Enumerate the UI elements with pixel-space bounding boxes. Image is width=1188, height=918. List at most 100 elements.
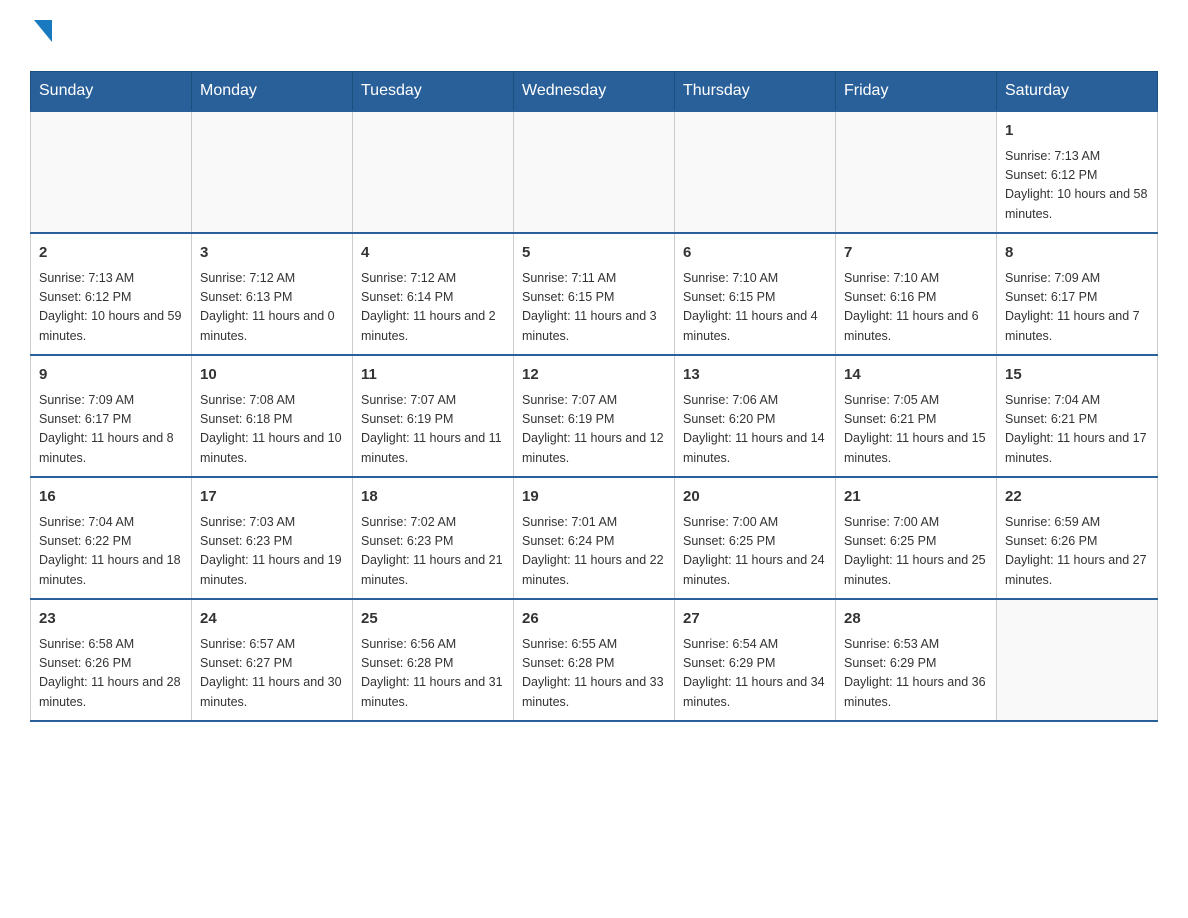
day-number: 11 [361,364,505,387]
day-info: Sunrise: 6:56 AMSunset: 6:28 PMDaylight:… [361,635,505,713]
day-number: 5 [522,242,666,265]
calendar-cell: 4 Sunrise: 7:12 AMSunset: 6:14 PMDaylight… [353,233,514,355]
weekday-header-wednesday: Wednesday [514,72,675,112]
calendar-cell: 2 Sunrise: 7:13 AMSunset: 6:12 PMDaylight… [31,233,192,355]
calendar-week-2: 2 Sunrise: 7:13 AMSunset: 6:12 PMDaylight… [31,233,1158,355]
day-number: 8 [1005,242,1149,265]
calendar-week-5: 23 Sunrise: 6:58 AMSunset: 6:26 PMDayligh… [31,599,1158,721]
weekday-header-sunday: Sunday [31,72,192,112]
calendar-cell [353,111,514,233]
day-info: Sunrise: 6:58 AMSunset: 6:26 PMDaylight:… [39,635,183,713]
calendar-cell [514,111,675,233]
day-number: 23 [39,608,183,631]
day-number: 2 [39,242,183,265]
day-info: Sunrise: 7:06 AMSunset: 6:20 PMDaylight:… [683,391,827,469]
calendar-cell: 20 Sunrise: 7:00 AMSunset: 6:25 PMDayligh… [675,477,836,599]
day-number: 22 [1005,486,1149,509]
calendar-cell: 17 Sunrise: 7:03 AMSunset: 6:23 PMDayligh… [192,477,353,599]
day-number: 14 [844,364,988,387]
weekday-header-monday: Monday [192,72,353,112]
weekday-header-thursday: Thursday [675,72,836,112]
day-info: Sunrise: 7:13 AMSunset: 6:12 PMDaylight:… [39,269,183,347]
calendar-cell: 7 Sunrise: 7:10 AMSunset: 6:16 PMDaylight… [836,233,997,355]
day-info: Sunrise: 7:09 AMSunset: 6:17 PMDaylight:… [1005,269,1149,347]
calendar-cell: 15Sunrise: 7:04 AMSunset: 6:21 PMDayligh… [997,355,1158,477]
day-number: 28 [844,608,988,631]
calendar-cell: 6Sunrise: 7:10 AMSunset: 6:15 PMDaylight… [675,233,836,355]
day-number: 12 [522,364,666,387]
day-info: Sunrise: 7:10 AMSunset: 6:16 PMDaylight:… [844,269,988,347]
calendar-cell: 10Sunrise: 7:08 AMSunset: 6:18 PMDayligh… [192,355,353,477]
weekday-header-tuesday: Tuesday [353,72,514,112]
day-info: Sunrise: 7:00 AMSunset: 6:25 PMDaylight:… [683,513,827,591]
calendar-table: SundayMondayTuesdayWednesdayThursdayFrid… [30,71,1158,722]
day-info: Sunrise: 7:07 AMSunset: 6:19 PMDaylight:… [361,391,505,469]
day-number: 26 [522,608,666,631]
day-number: 10 [200,364,344,387]
day-number: 19 [522,486,666,509]
calendar-cell [192,111,353,233]
day-info: Sunrise: 7:03 AMSunset: 6:23 PMDaylight:… [200,513,344,591]
calendar-cell [997,599,1158,721]
calendar-cell: 22 Sunrise: 6:59 AMSunset: 6:26 PMDayligh… [997,477,1158,599]
calendar-cell: 1Sunrise: 7:13 AMSunset: 6:12 PMDaylight… [997,111,1158,233]
calendar-cell: 8 Sunrise: 7:09 AMSunset: 6:17 PMDaylight… [997,233,1158,355]
day-number: 20 [683,486,827,509]
calendar-cell: 23 Sunrise: 6:58 AMSunset: 6:26 PMDayligh… [31,599,192,721]
day-info: Sunrise: 7:12 AMSunset: 6:13 PMDaylight:… [200,269,344,347]
day-info: Sunrise: 7:02 AMSunset: 6:23 PMDaylight:… [361,513,505,591]
calendar-cell: 16 Sunrise: 7:04 AMSunset: 6:22 PMDayligh… [31,477,192,599]
day-number: 4 [361,242,505,265]
calendar-cell: 3 Sunrise: 7:12 AMSunset: 6:13 PMDaylight… [192,233,353,355]
day-number: 27 [683,608,827,631]
calendar-cell: 27 Sunrise: 6:54 AMSunset: 6:29 PMDayligh… [675,599,836,721]
calendar-cell: 28 Sunrise: 6:53 AMSunset: 6:29 PMDayligh… [836,599,997,721]
calendar-cell: 18 Sunrise: 7:02 AMSunset: 6:23 PMDayligh… [353,477,514,599]
calendar-cell: 12 Sunrise: 7:07 AMSunset: 6:19 PMDayligh… [514,355,675,477]
day-info: Sunrise: 7:05 AMSunset: 6:21 PMDaylight:… [844,391,988,469]
calendar-cell: 25Sunrise: 6:56 AMSunset: 6:28 PMDayligh… [353,599,514,721]
calendar-cell [31,111,192,233]
day-info: Sunrise: 7:12 AMSunset: 6:14 PMDaylight:… [361,269,505,347]
day-number: 17 [200,486,344,509]
weekday-header-friday: Friday [836,72,997,112]
calendar-cell [836,111,997,233]
calendar-week-3: 9 Sunrise: 7:09 AMSunset: 6:17 PMDaylight… [31,355,1158,477]
calendar-cell: 26 Sunrise: 6:55 AMSunset: 6:28 PMDayligh… [514,599,675,721]
day-number: 9 [39,364,183,387]
calendar-week-1: 1Sunrise: 7:13 AMSunset: 6:12 PMDaylight… [31,111,1158,233]
day-number: 24 [200,608,344,631]
day-info: Sunrise: 6:53 AMSunset: 6:29 PMDaylight:… [844,635,988,713]
day-number: 3 [200,242,344,265]
calendar-cell: 11 Sunrise: 7:07 AMSunset: 6:19 PMDayligh… [353,355,514,477]
day-info: Sunrise: 7:11 AMSunset: 6:15 PMDaylight:… [522,269,666,347]
day-info: Sunrise: 7:07 AMSunset: 6:19 PMDaylight:… [522,391,666,469]
weekday-header-saturday: Saturday [997,72,1158,112]
day-info: Sunrise: 7:04 AMSunset: 6:22 PMDaylight:… [39,513,183,591]
calendar-cell [675,111,836,233]
day-info: Sunrise: 6:59 AMSunset: 6:26 PMDaylight:… [1005,513,1149,591]
calendar-cell: 14 Sunrise: 7:05 AMSunset: 6:21 PMDayligh… [836,355,997,477]
day-info: Sunrise: 6:55 AMSunset: 6:28 PMDaylight:… [522,635,666,713]
day-number: 21 [844,486,988,509]
day-info: Sunrise: 7:04 AMSunset: 6:21 PMDaylight:… [1005,391,1149,469]
calendar-cell: 21 Sunrise: 7:00 AMSunset: 6:25 PMDayligh… [836,477,997,599]
day-info: Sunrise: 6:54 AMSunset: 6:29 PMDaylight:… [683,635,827,713]
day-info: Sunrise: 7:01 AMSunset: 6:24 PMDaylight:… [522,513,666,591]
day-info: Sunrise: 7:13 AMSunset: 6:12 PMDaylight:… [1005,147,1149,225]
day-number: 18 [361,486,505,509]
day-number: 13 [683,364,827,387]
calendar-header-row: SundayMondayTuesdayWednesdayThursdayFrid… [31,72,1158,112]
day-info: Sunrise: 7:00 AMSunset: 6:25 PMDaylight:… [844,513,988,591]
day-number: 16 [39,486,183,509]
day-info: Sunrise: 7:10 AMSunset: 6:15 PMDaylight:… [683,269,827,347]
calendar-week-4: 16 Sunrise: 7:04 AMSunset: 6:22 PMDayligh… [31,477,1158,599]
logo [30,20,52,51]
day-number: 7 [844,242,988,265]
page-header [30,20,1158,51]
calendar-cell: 19 Sunrise: 7:01 AMSunset: 6:24 PMDayligh… [514,477,675,599]
calendar-cell: 13 Sunrise: 7:06 AMSunset: 6:20 PMDayligh… [675,355,836,477]
day-info: Sunrise: 7:09 AMSunset: 6:17 PMDaylight:… [39,391,183,469]
day-info: Sunrise: 6:57 AMSunset: 6:27 PMDaylight:… [200,635,344,713]
calendar-cell: 24 Sunrise: 6:57 AMSunset: 6:27 PMDayligh… [192,599,353,721]
